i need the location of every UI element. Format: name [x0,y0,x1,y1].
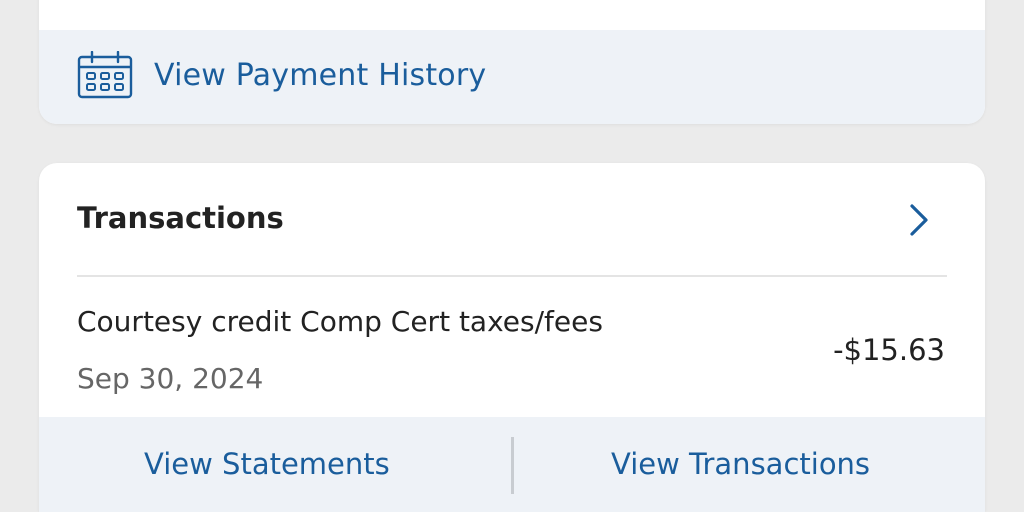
calendar-icon [77,51,133,99]
transactions-title: Transactions [77,201,284,235]
transactions-footer: View Statements View Transactions [39,417,985,512]
payment-card-content [39,0,985,30]
chevron-right-icon[interactable] [907,203,931,237]
view-transactions-button[interactable]: View Transactions [611,447,870,481]
view-payment-history-button[interactable]: View Payment History [39,30,985,124]
view-payment-history-label: View Payment History [154,58,487,93]
payment-card: View Payment History [39,0,985,124]
footer-divider [511,437,514,494]
view-statements-button[interactable]: View Statements [144,447,390,481]
transaction-amount: -$15.63 [833,333,945,367]
transactions-card: Transactions Courtesy credit Comp Cert t… [39,163,985,512]
divider [77,275,947,277]
transaction-description: Courtesy credit Comp Cert taxes/fees [77,305,603,338]
transaction-date: Sep 30, 2024 [77,362,264,395]
